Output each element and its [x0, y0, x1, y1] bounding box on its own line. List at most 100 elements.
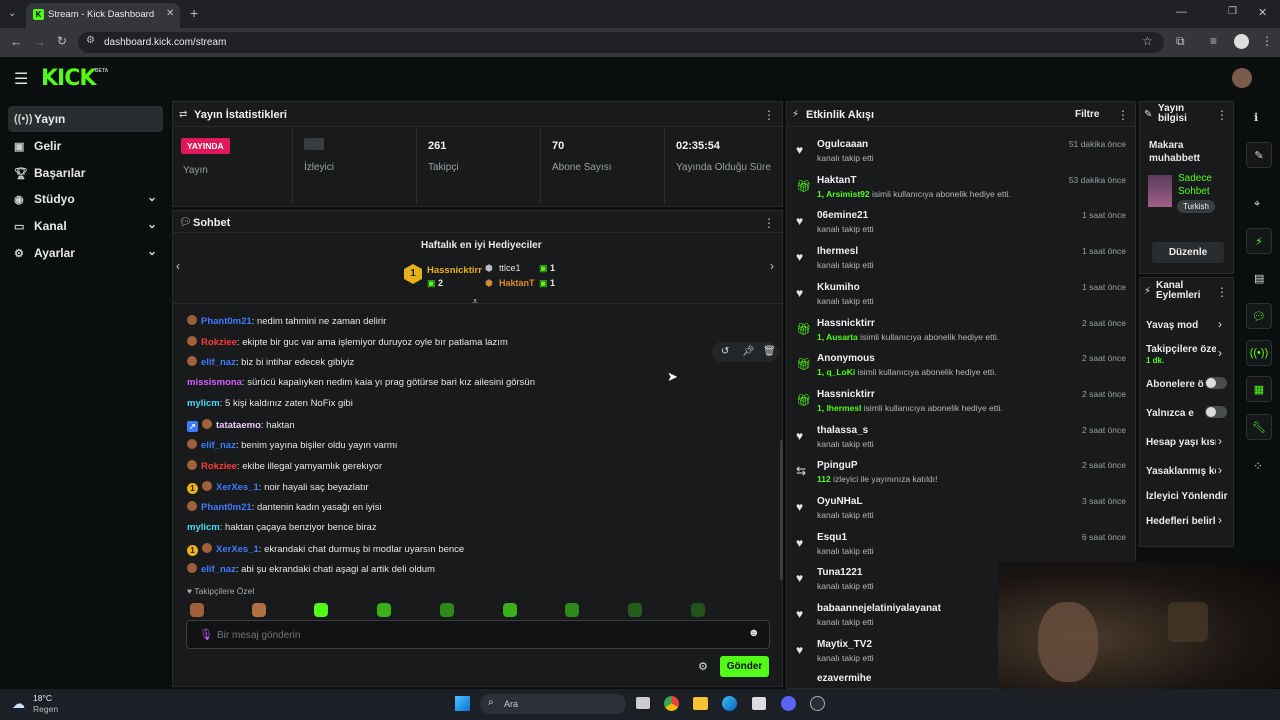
- filter-button[interactable]: Filtre: [1075, 109, 1099, 120]
- tab-search-icon[interactable]: ⌄: [8, 8, 16, 19]
- emote[interactable]: [691, 603, 705, 617]
- chevron-left-icon[interactable]: ‹: [176, 259, 180, 273]
- emote[interactable]: [628, 603, 642, 617]
- chat-username[interactable]: Phant0m21: [201, 316, 252, 327]
- chat-menu-icon[interactable]: ⋮: [763, 216, 775, 230]
- window-close-icon[interactable]: ✕: [1258, 6, 1267, 19]
- event-item[interactable]: 🎁︎ HaktanT 1, Arsimist92 isimli kullanıcıy…: [794, 173, 1134, 207]
- event-item[interactable]: ♥ Esqu1 kanalı takip etti 6 saat önce: [794, 530, 1134, 564]
- event-item[interactable]: ♥ Kkumiho kanalı takip etti 1 saat önce: [794, 280, 1134, 314]
- sidebar-item-ayarlar[interactable]: ⚙ Ayarlar ⌄: [8, 240, 163, 266]
- quick-more-icon[interactable]: ⁘: [1253, 459, 1263, 473]
- chat-username[interactable]: mylicm: [187, 522, 220, 533]
- chat-username[interactable]: mylicm: [187, 398, 220, 409]
- minimize-icon[interactable]: —: [1176, 6, 1187, 18]
- edit-button[interactable]: Düzenle: [1152, 242, 1224, 263]
- top-gifter-name[interactable]: Hassnicktirr: [427, 265, 482, 276]
- chat-username[interactable]: elif_naz: [201, 440, 236, 451]
- chevron-right-icon[interactable]: ›: [1218, 513, 1222, 527]
- quick-tools-icon[interactable]: 🔧︎: [1246, 414, 1272, 440]
- event-item[interactable]: ♥ OyuNHaL kanalı takip etti 3 saat önce: [794, 494, 1134, 528]
- chevron-right-icon[interactable]: ›: [1218, 434, 1222, 448]
- user-avatar[interactable]: [1232, 68, 1252, 88]
- event-menu-icon[interactable]: ⋮: [1117, 108, 1129, 122]
- quick-edit-icon[interactable]: ✎: [1246, 142, 1272, 168]
- back-icon[interactable]: ←: [10, 34, 23, 49]
- quick-layout-icon[interactable]: ▦: [1246, 376, 1272, 402]
- pin-icon[interactable]: 📌︎: [742, 346, 755, 357]
- chat-username[interactable]: XerXes_1: [216, 544, 259, 555]
- chevron-right-icon[interactable]: ›: [770, 259, 774, 273]
- app-taskbar-icon[interactable]: [810, 696, 825, 711]
- bookmark-star-icon[interactable]: ☆: [1142, 34, 1153, 48]
- event-item[interactable]: ♥ Ihermesl kanalı takip etti 1 saat önce: [794, 244, 1134, 278]
- chat-input-box[interactable]: 🎙︎ ☻: [186, 620, 770, 649]
- sidebar-item-yayin[interactable]: ((•)) Yayın: [8, 106, 163, 132]
- emote[interactable]: [503, 603, 517, 617]
- sidebar-item-gelir[interactable]: ▣ Gelir: [8, 133, 163, 159]
- chevron-right-icon[interactable]: ›: [1218, 346, 1222, 360]
- browser-tab[interactable]: K Stream - Kick Dashboard ✕: [26, 3, 180, 28]
- event-item[interactable]: 🎁︎ Anonymous 1, q_LoKi isimli kullanıcıya …: [794, 351, 1134, 385]
- quick-chat-icon[interactable]: 💬︎: [1246, 303, 1272, 329]
- sidebar-item-kanal[interactable]: ▭ Kanal ⌄: [8, 213, 163, 239]
- chat-username[interactable]: Rokziee: [201, 337, 237, 348]
- address-bar[interactable]: ⚙ dashboard.kick.com/stream ☆: [78, 32, 1164, 53]
- stats-menu-icon[interactable]: ⋮: [763, 108, 775, 122]
- quick-clip-icon[interactable]: ⌖: [1254, 198, 1260, 211]
- followers-only-action[interactable]: Takipçilere özel: [1146, 344, 1216, 355]
- account-age-action[interactable]: Hesap yaşı kısıtlaması: [1146, 437, 1216, 448]
- kick-logo[interactable]: KICK: [41, 66, 96, 91]
- chat-scrollbar[interactable]: [780, 440, 783, 580]
- task-view-icon[interactable]: [636, 697, 650, 709]
- quick-broadcast-icon[interactable]: ((•)): [1246, 340, 1272, 366]
- redirect-viewers-action[interactable]: İzleyici Yönlendir: [1146, 491, 1230, 502]
- maximize-icon[interactable]: ❐: [1228, 6, 1237, 17]
- emote[interactable]: [190, 603, 204, 617]
- chat-username[interactable]: missismona: [187, 377, 242, 388]
- quick-notes-icon[interactable]: ▤: [1254, 272, 1264, 285]
- chat-username[interactable]: Rokziee: [201, 461, 237, 472]
- quick-lightning-icon[interactable]: ⚡︎: [1246, 228, 1272, 254]
- chevron-right-icon[interactable]: ›: [1218, 463, 1222, 477]
- chevron-right-icon[interactable]: ›: [1218, 317, 1222, 331]
- event-item[interactable]: ♥ Ogulcaaan kanalı takip etti 51 dakika önc…: [794, 137, 1134, 171]
- microphone-icon[interactable]: 🎙︎: [199, 628, 213, 641]
- sidebar-item-basarilar[interactable]: 🏆︎ Başarılar: [8, 160, 163, 186]
- chat-username[interactable]: tatataemo: [216, 420, 261, 431]
- chat-username[interactable]: elif_naz: [201, 357, 236, 368]
- chat-username[interactable]: Phant0m21: [201, 502, 252, 513]
- discord-taskbar-icon[interactable]: [781, 696, 796, 711]
- emote[interactable]: [565, 603, 579, 617]
- tab-close-icon[interactable]: ✕: [166, 8, 174, 19]
- forward-icon[interactable]: →: [33, 34, 46, 49]
- chat-input[interactable]: [217, 626, 727, 644]
- stream-info-menu-icon[interactable]: ⋮: [1216, 108, 1228, 122]
- subscribers-only-toggle[interactable]: [1205, 377, 1227, 389]
- edge-taskbar-icon[interactable]: [722, 696, 737, 711]
- chrome-taskbar-icon[interactable]: [664, 696, 679, 711]
- category-name[interactable]: Sadece Sohbet: [1178, 172, 1228, 198]
- extensions-icon[interactable]: ⧉: [1176, 34, 1185, 49]
- slow-mode-action[interactable]: Yavaş mod: [1146, 320, 1216, 331]
- info-icon[interactable]: ℹ: [1254, 111, 1258, 124]
- emote[interactable]: [440, 603, 454, 617]
- gifter-3-name[interactable]: HaktanT: [499, 278, 535, 288]
- emote[interactable]: [314, 603, 328, 617]
- profile-avatar[interactable]: [1234, 34, 1249, 49]
- banned-words-action[interactable]: Yasaklanmış kelimeler: [1146, 466, 1216, 477]
- reading-list-icon[interactable]: ≡: [1210, 34, 1217, 48]
- emote-only-toggle[interactable]: [1205, 406, 1227, 418]
- browser-menu-icon[interactable]: ⋮: [1261, 34, 1273, 48]
- event-item[interactable]: 🎁︎ Hassnicktirr 1, Ihermesl isimli kullanı…: [794, 387, 1134, 421]
- hamburger-menu-icon[interactable]: ☰: [14, 69, 28, 89]
- event-item[interactable]: ⇆ PpinguP 112 izleyici ile yayınınıza katı…: [794, 458, 1134, 492]
- emote[interactable]: [377, 603, 391, 617]
- chat-username[interactable]: XerXes_1: [216, 482, 259, 493]
- chat-settings-gear-icon[interactable]: ⚙: [698, 660, 708, 673]
- gifter-2-name[interactable]: ttlce1: [499, 263, 521, 273]
- new-tab-icon[interactable]: +: [190, 5, 198, 21]
- chat-username[interactable]: elif_naz: [201, 564, 236, 575]
- event-item[interactable]: ♥ thalassa_s kanalı takip etti 2 saat önce: [794, 423, 1134, 457]
- delete-icon[interactable]: 🗑︎: [763, 346, 776, 357]
